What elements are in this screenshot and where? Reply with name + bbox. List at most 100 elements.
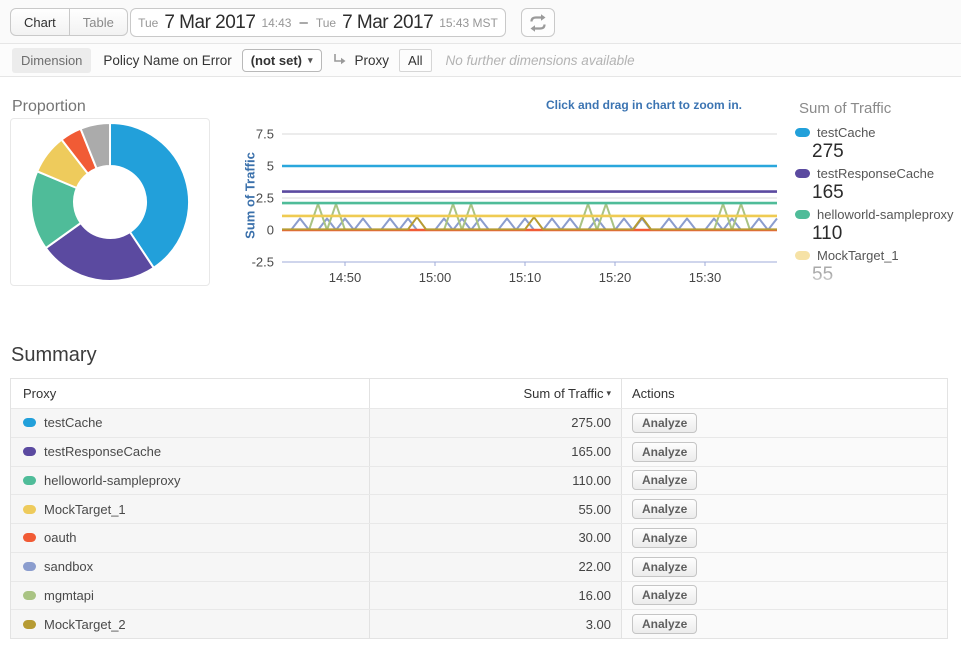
legend-swatch	[795, 251, 810, 260]
sub-dimension-value-button[interactable]: All	[399, 49, 431, 72]
legend-item-value: 275	[812, 141, 961, 163]
traffic-value: 16.00	[578, 588, 611, 603]
legend-title: Sum of Traffic	[799, 100, 961, 117]
table-tab-button[interactable]: Table	[69, 9, 127, 35]
summary-title: Summary	[11, 344, 97, 367]
proxy-name: MockTarget_1	[44, 502, 126, 517]
legend-item-value: 55	[812, 264, 961, 286]
analyze-button[interactable]: Analyze	[632, 614, 697, 634]
proxy-color-swatch	[23, 476, 36, 485]
end-time: 15:43 MST	[439, 16, 498, 30]
column-header-traffic[interactable]: Sum of Traffic ▾	[369, 379, 621, 408]
analyze-button[interactable]: Analyze	[632, 442, 697, 462]
zoom-hint: Click and drag in chart to zoom in.	[540, 98, 742, 112]
svg-text:15:30: 15:30	[689, 270, 722, 285]
proxy-name: mgmtapi	[44, 588, 94, 603]
table-row: testCache 275.00 Analyze	[11, 408, 947, 437]
chart-tab-button[interactable]: Chart	[11, 9, 69, 35]
column-header-actions: Actions	[621, 379, 947, 408]
legend-item-value: 165	[812, 182, 961, 204]
legend-swatch	[795, 169, 810, 178]
proportion-donut-chart	[11, 119, 209, 285]
dimension-name: Policy Name on Error	[103, 53, 231, 68]
proxy-name: helloworld-sampleproxy	[44, 473, 181, 488]
legend-item[interactable]: MockTarget_1 55	[795, 248, 961, 286]
table-row: MockTarget_1 55.00 Analyze	[11, 494, 947, 523]
proxy-name: MockTarget_2	[44, 617, 126, 632]
column-header-proxy: Proxy	[11, 379, 369, 408]
dimension-label: Dimension	[12, 48, 91, 73]
summary-table: Proxy Sum of Traffic ▾ Actions testCache…	[10, 378, 948, 639]
traffic-value: 3.00	[586, 617, 611, 632]
svg-text:15:10: 15:10	[509, 270, 542, 285]
proxy-color-swatch	[23, 418, 36, 427]
legend-item-label: helloworld-sampleproxy	[817, 207, 954, 222]
table-row: testResponseCache 165.00 Analyze	[11, 437, 947, 466]
proxy-color-swatch	[23, 447, 36, 456]
proxy-color-swatch	[23, 591, 36, 600]
legend-swatch	[795, 210, 810, 219]
svg-text:2.5: 2.5	[256, 191, 274, 206]
legend-item-label: testCache	[817, 125, 876, 140]
proxy-name: testCache	[44, 415, 103, 430]
start-day: Tue	[138, 16, 158, 30]
table-row: sandbox 22.00 Analyze	[11, 552, 947, 581]
view-toggle-group: Chart Table	[10, 8, 128, 36]
sub-dimension-label: Proxy	[355, 53, 390, 68]
x-axis-labels: 14:50 15:00 15:10 15:20 15:30	[329, 262, 722, 285]
legend-item[interactable]: testCache 275	[795, 125, 961, 163]
analyze-button[interactable]: Analyze	[632, 585, 697, 605]
svg-text:0: 0	[267, 223, 274, 238]
svg-text:5: 5	[267, 159, 274, 174]
proportion-donut-panel	[10, 118, 210, 286]
chart-legend: Sum of Traffic testCache 275 testRespons…	[795, 98, 961, 290]
traffic-value: 275.00	[571, 415, 611, 430]
svg-text:15:20: 15:20	[599, 270, 632, 285]
date-range-separator: –	[299, 14, 307, 31]
end-date: 7 Mar 2017	[342, 12, 433, 34]
traffic-line-chart[interactable]: 7.552.50-2.514:5015:0015:1015:2015:30	[230, 120, 780, 290]
sort-caret-icon: ▾	[606, 388, 611, 399]
date-range-picker[interactable]: Tue 7 Mar 2017 14:43 – Tue 7 Mar 2017 15…	[130, 8, 506, 37]
svg-text:15:00: 15:00	[419, 270, 452, 285]
legend-item-value: 110	[812, 223, 961, 245]
traffic-value: 30.00	[578, 530, 611, 545]
analyze-button[interactable]: Analyze	[632, 499, 697, 519]
proxy-name: sandbox	[44, 559, 93, 574]
proportion-title: Proportion	[12, 98, 86, 116]
traffic-header-label: Sum of Traffic	[524, 386, 604, 401]
analyze-button[interactable]: Analyze	[632, 557, 697, 577]
dimensions-note: No further dimensions available	[446, 53, 635, 68]
legend-item-label: testResponseCache	[817, 166, 934, 181]
svg-text:14:50: 14:50	[329, 270, 362, 285]
analyze-button[interactable]: Analyze	[632, 413, 697, 433]
end-day: Tue	[316, 16, 336, 30]
proxy-color-swatch	[23, 562, 36, 571]
table-row: helloworld-sampleproxy 110.00 Analyze	[11, 466, 947, 495]
gridlines: 7.552.50-2.5	[252, 127, 777, 270]
start-date: 7 Mar 2017	[164, 12, 255, 34]
traffic-value: 165.00	[571, 444, 611, 459]
legend-item-label: MockTarget_1	[817, 248, 899, 263]
traffic-value: 110.00	[572, 473, 611, 488]
refresh-button[interactable]	[521, 8, 555, 37]
analyze-button[interactable]: Analyze	[632, 470, 697, 490]
proxy-color-swatch	[23, 620, 36, 629]
traffic-value: 55.00	[578, 502, 611, 517]
svg-text:-2.5: -2.5	[252, 255, 274, 270]
dimension-value: (not set)	[251, 53, 302, 68]
traffic-value: 22.00	[578, 559, 611, 574]
legend-item[interactable]: testResponseCache 165	[795, 166, 961, 204]
proxy-color-swatch	[23, 533, 36, 542]
proxy-name: oauth	[44, 530, 77, 545]
proxy-color-swatch	[23, 505, 36, 514]
analyze-button[interactable]: Analyze	[632, 528, 697, 548]
top-toolbar: Chart Table Tue 7 Mar 2017 14:43 – Tue 7…	[0, 0, 961, 44]
drilldown-arrow-icon	[332, 53, 347, 67]
table-row: MockTarget_2 3.00 Analyze	[11, 609, 947, 638]
dropdown-caret-icon: ▾	[308, 55, 313, 66]
dimension-bar: Dimension Policy Name on Error (not set)…	[0, 44, 961, 77]
proxy-name: testResponseCache	[44, 444, 161, 459]
legend-item[interactable]: helloworld-sampleproxy 110	[795, 207, 961, 245]
dimension-value-dropdown[interactable]: (not set) ▾	[242, 49, 322, 72]
